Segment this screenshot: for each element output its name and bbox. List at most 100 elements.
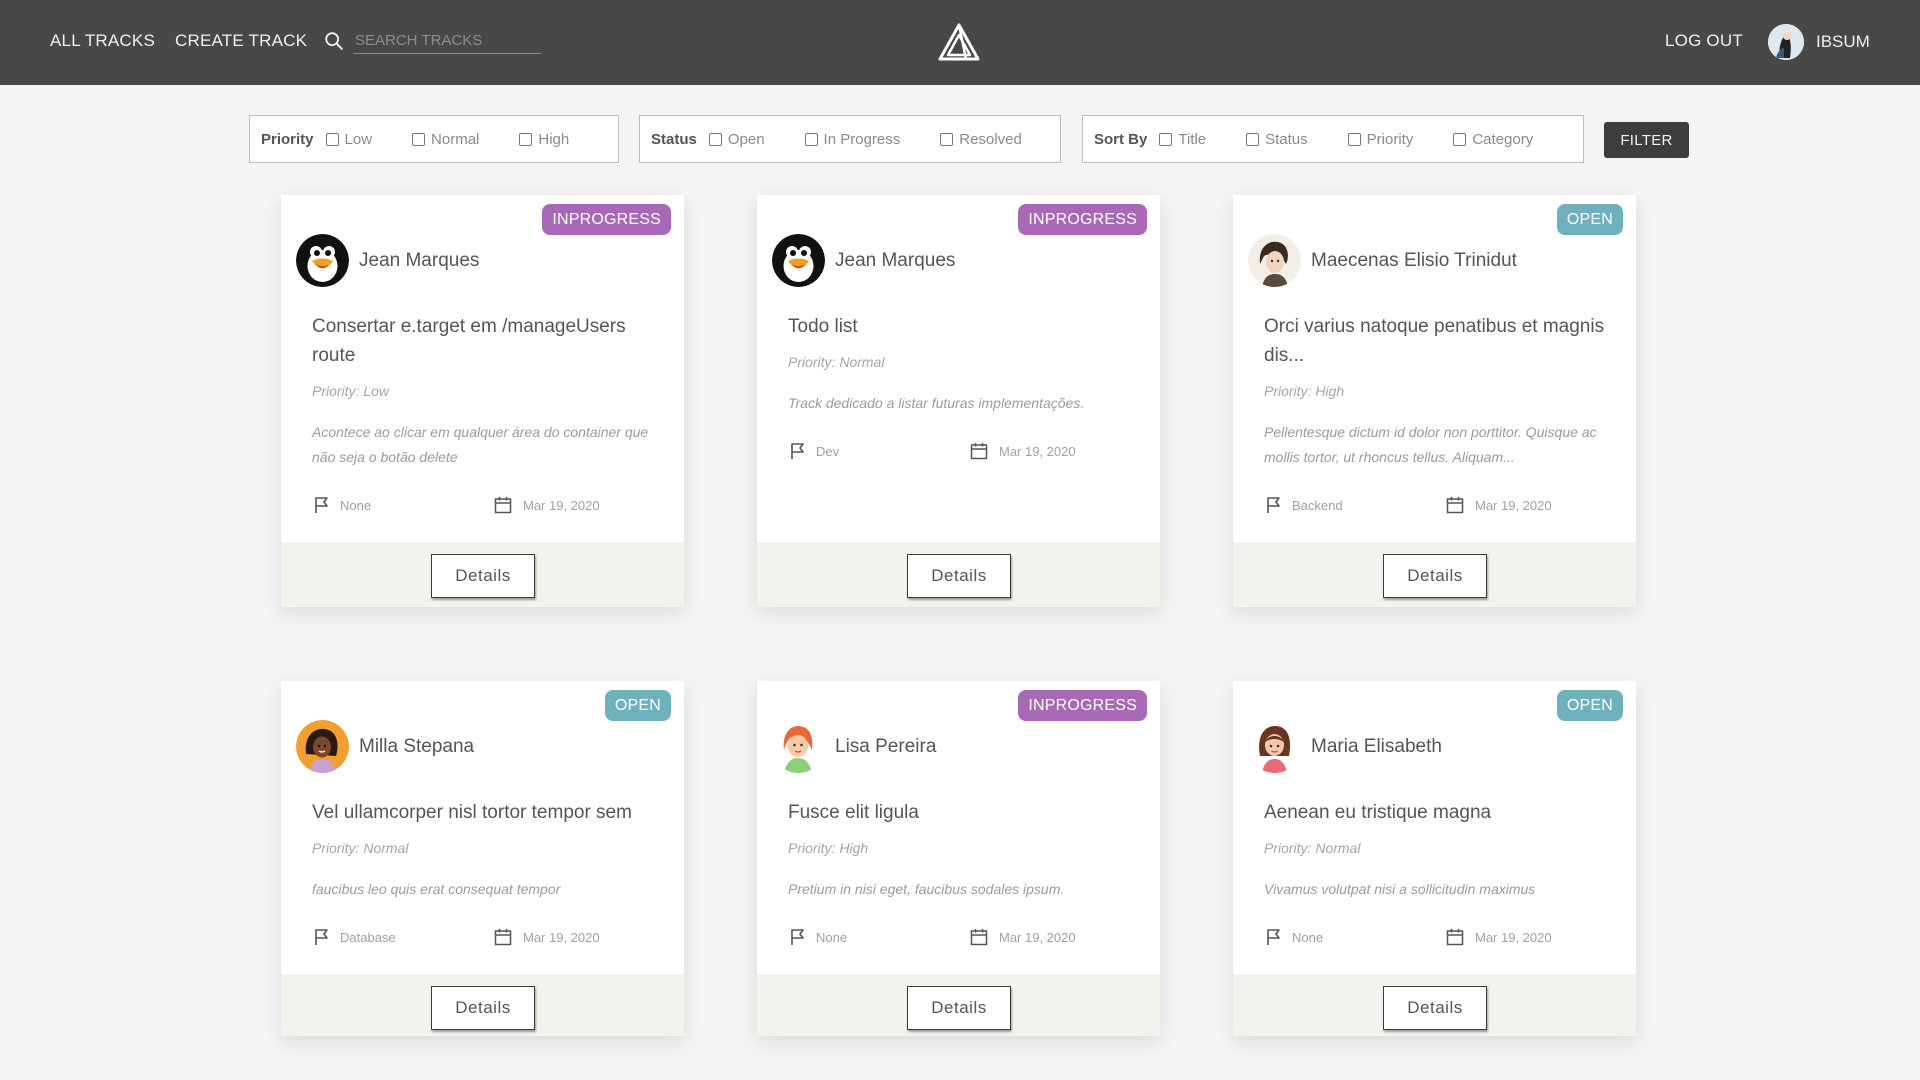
sort-filter-group: Sort By Title Status Priority Category (1082, 115, 1584, 163)
sort-status-checkbox[interactable]: Status (1246, 131, 1308, 148)
track-priority: Priority: Normal (1264, 840, 1361, 856)
category-label: Dev (816, 443, 840, 459)
card-footer: Details (281, 542, 684, 607)
filter-button[interactable]: FILTER (1604, 122, 1689, 158)
track-title: Orci varius natoque penatibus et magnis … (1264, 316, 1605, 366)
logout-link[interactable]: LOG OUT (1665, 31, 1743, 51)
sort-filter-label: Sort By (1094, 130, 1148, 148)
calendar-icon (1446, 497, 1464, 514)
track-category: Backend (1264, 495, 1343, 515)
card-author: Maecenas Elisio Trinidut (1248, 234, 1517, 287)
card-footer: Details (757, 542, 1160, 607)
brunette-avatar (1248, 720, 1301, 773)
track-card: OPEN Milla Stepana Vel ullamcorper nisl … (281, 681, 684, 1036)
card-author: Maria Elisabeth (1248, 720, 1442, 773)
track-priority: Priority: High (1264, 383, 1345, 399)
track-date: Mar 19, 2020 (1445, 495, 1552, 515)
sort-category-checkbox[interactable]: Category (1453, 131, 1533, 148)
track-date: Mar 19, 2020 (493, 495, 600, 515)
track-priority: Priority: Low (312, 383, 390, 399)
sort-title-checkbox[interactable]: Title (1159, 131, 1206, 148)
track-title: Vel ullamcorper nisl tortor tempor sem (312, 802, 632, 823)
priority-filter-label: Priority (261, 130, 314, 148)
nav-create-track[interactable]: CREATE TRACK (175, 31, 307, 51)
card-author: Milla Stepana (296, 720, 474, 773)
user-menu[interactable]: IBSUM (1768, 24, 1870, 60)
details-button[interactable]: Details (1383, 986, 1487, 1030)
card-author: Jean Marques (772, 234, 955, 287)
card-footer: Details (1233, 974, 1636, 1036)
category-label: Database (340, 929, 396, 945)
username: IBSUM (1816, 32, 1870, 51)
priority-filter-group: Priority Low Normal High (249, 115, 619, 163)
card-author: Jean Marques (296, 234, 479, 287)
author-name: Maria Elisabeth (1311, 735, 1442, 757)
status-inprogress-checkbox[interactable]: In Progress (804, 131, 900, 148)
search-box (323, 28, 541, 54)
calendar-icon (494, 497, 512, 514)
track-date: Mar 19, 2020 (1445, 927, 1552, 947)
status-open-checkbox[interactable]: Open (708, 131, 765, 148)
status-resolved-checkbox[interactable]: Resolved (940, 131, 1022, 148)
priority-normal-checkbox[interactable]: Normal (412, 131, 479, 148)
search-input[interactable] (353, 28, 541, 54)
details-button[interactable]: Details (907, 554, 1011, 598)
track-card: INPROGRESS Jean Marques Todo list Priori… (757, 195, 1160, 607)
cartoon-woman-avatar (296, 720, 349, 773)
track-date: Mar 19, 2020 (969, 927, 1076, 947)
filter-bar: Priority Low Normal High Status Open In … (0, 115, 1920, 163)
priority-low-checkbox[interactable]: Low (325, 131, 372, 148)
status-filter-label: Status (651, 130, 697, 148)
track-priority: Priority: Normal (788, 354, 885, 370)
search-icon[interactable] (323, 30, 345, 52)
track-title: Fusce elit ligula (788, 802, 919, 823)
author-name: Maecenas Elisio Trinidut (1311, 249, 1517, 271)
details-button[interactable]: Details (1383, 554, 1487, 598)
app-logo-icon[interactable] (938, 23, 980, 61)
details-button[interactable]: Details (431, 554, 535, 598)
penguin-avatar (772, 234, 825, 287)
card-footer: Details (757, 974, 1160, 1036)
status-filter-group: Status Open In Progress Resolved (639, 115, 1061, 163)
track-category: None (312, 495, 371, 515)
category-label: None (340, 497, 372, 513)
priority-high-checkbox[interactable]: High (519, 131, 569, 148)
track-category: Dev (788, 441, 839, 461)
date-label: Mar 19, 2020 (999, 929, 1076, 945)
redhead-avatar (772, 720, 825, 773)
track-date: Mar 19, 2020 (493, 927, 600, 947)
author-name: Jean Marques (835, 249, 956, 271)
track-description: Track dedicado a listar futuras implemen… (788, 395, 1085, 411)
sort-priority-checkbox[interactable]: Priority (1347, 131, 1413, 148)
track-category: None (788, 927, 847, 947)
track-date: Mar 19, 2020 (969, 441, 1076, 461)
status-badge: INPROGRESS (1018, 690, 1147, 721)
date-label: Mar 19, 2020 (523, 929, 600, 945)
track-title: Todo list (788, 316, 858, 337)
calendar-icon (970, 443, 988, 460)
user-avatar (1768, 24, 1804, 60)
card-footer: Details (281, 974, 684, 1036)
author-name: Lisa Pereira (835, 735, 937, 757)
track-description: Pellentesque dictum id dolor non porttit… (1264, 424, 1597, 465)
date-label: Mar 19, 2020 (523, 497, 600, 513)
details-button[interactable]: Details (431, 986, 535, 1030)
details-button[interactable]: Details (907, 986, 1011, 1030)
track-description: Acontece ao clicar em qualquer área do c… (312, 424, 649, 465)
track-priority: Priority: High (788, 840, 869, 856)
status-badge: INPROGRESS (542, 204, 671, 235)
track-title: Consertar e.target em /manageUsers route (312, 316, 626, 366)
status-badge: INPROGRESS (1018, 204, 1147, 235)
date-label: Mar 19, 2020 (1475, 497, 1552, 513)
penguin-avatar (296, 234, 349, 287)
card-author: Lisa Pereira (772, 720, 936, 773)
author-name: Jean Marques (359, 249, 480, 271)
track-category: None (1264, 927, 1323, 947)
nav-all-tracks[interactable]: ALL TRACKS (50, 31, 155, 51)
track-card: INPROGRESS Lisa Pereira Fusce elit ligul… (757, 681, 1160, 1036)
track-priority: Priority: Normal (312, 840, 409, 856)
calendar-icon (970, 929, 988, 946)
track-card: OPEN Maecenas Elisio Trinidut Orci variu… (1233, 195, 1636, 607)
track-card: OPEN Maria Elisabeth Aenean eu tristique… (1233, 681, 1636, 1036)
track-description: faucibus leo quis erat consequat tempor (312, 881, 561, 897)
